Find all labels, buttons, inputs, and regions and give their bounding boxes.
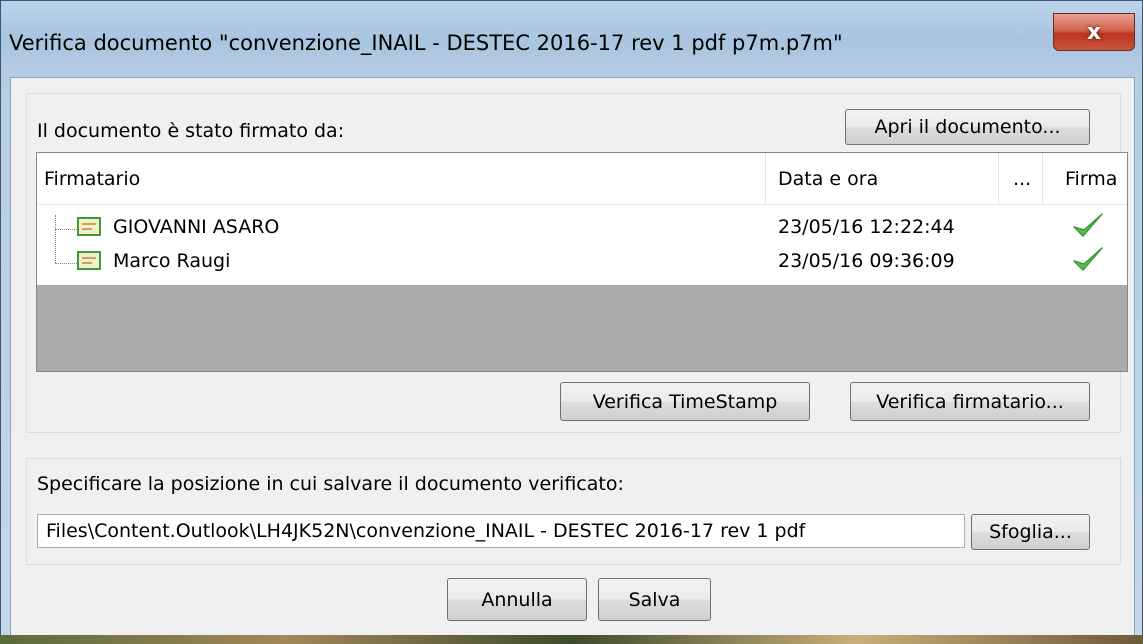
browse-button[interactable]: Sfoglia...: [971, 514, 1090, 550]
tree-connector: [55, 263, 77, 264]
column-header-datetime[interactable]: Data e ora: [778, 153, 978, 205]
signature-datetime: 23/05/16 12:22:44: [778, 216, 955, 238]
column-header-signature[interactable]: Firma: [1065, 153, 1125, 205]
save-location-heading: Specificare la posizione in cui salvare …: [37, 473, 624, 495]
signer-name: GIOVANNI ASARO: [113, 216, 280, 238]
cancel-button[interactable]: Annulla: [447, 578, 587, 621]
table-row[interactable]: Marco Raugi 23/05/16 09:36:09: [37, 247, 1127, 283]
signature-datetime: 23/05/16 09:36:09: [778, 250, 955, 272]
column-separator[interactable]: [1042, 153, 1043, 205]
signers-list-header: Firmatario Data e ora ... Firma: [37, 153, 1127, 205]
open-document-button[interactable]: Apri il documento...: [845, 109, 1090, 145]
signers-heading: Il documento è stato firmato da:: [37, 120, 345, 142]
valid-check-icon: [1073, 247, 1103, 271]
title-bar[interactable]: Verifica documento "convenzione_INAIL - …: [1, 1, 1142, 77]
signers-rows: GIOVANNI ASARO 23/05/16 12:22:44 Marco R…: [37, 205, 1127, 285]
close-icon: x: [1086, 19, 1102, 45]
signers-list[interactable]: Firmatario Data e ora ... Firma GIOVANNI…: [36, 152, 1128, 372]
table-row[interactable]: GIOVANNI ASARO 23/05/16 12:22:44: [37, 213, 1127, 249]
valid-check-icon: [1073, 213, 1103, 237]
desktop-background-strip: [0, 635, 1143, 644]
save-button[interactable]: Salva: [598, 578, 711, 621]
verify-timestamp-button[interactable]: Verifica TimeStamp: [560, 382, 810, 421]
column-header-more[interactable]: ...: [1013, 153, 1037, 205]
verify-document-dialog: Verifica documento "convenzione_INAIL - …: [0, 0, 1143, 644]
tree-connector: [55, 229, 77, 230]
column-separator[interactable]: [765, 153, 766, 205]
certificate-icon: [77, 251, 101, 270]
certificate-icon: [77, 217, 101, 236]
window-title: Verifica documento "convenzione_INAIL - …: [9, 31, 843, 55]
column-separator[interactable]: [998, 153, 999, 205]
dialog-client-area: Il documento è stato firmato da: Apri il…: [10, 77, 1135, 636]
column-header-signer[interactable]: Firmatario: [44, 153, 744, 205]
save-path-field[interactable]: Files\Content.Outlook\LH4JK52N\convenzio…: [37, 514, 965, 548]
verify-signer-button[interactable]: Verifica firmatario...: [850, 382, 1090, 421]
close-button[interactable]: x: [1053, 13, 1135, 51]
signer-name: Marco Raugi: [113, 250, 231, 272]
